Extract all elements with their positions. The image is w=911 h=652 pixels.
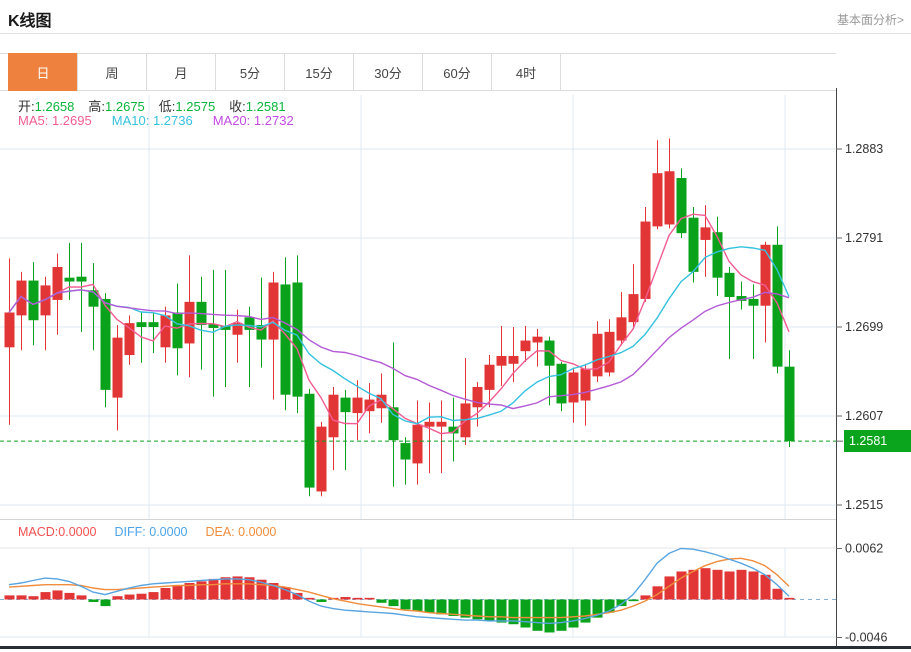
macd-legend: MACD:0.0000 DIFF: 0.0000 DEA: 0.0000 [18, 525, 276, 539]
svg-text:1.2883: 1.2883 [845, 142, 883, 156]
gridlines [0, 95, 836, 638]
diff-value: DIFF: 0.0000 [114, 525, 188, 539]
macd-histogram [4, 568, 795, 633]
low-value: 1.2575 [175, 99, 216, 114]
svg-text:1.2699: 1.2699 [845, 320, 883, 334]
close-label: 收: [229, 99, 246, 114]
tab-timeframe-0[interactable]: 日 [8, 53, 78, 91]
close-value: 1.2581 [245, 99, 286, 114]
tab-timeframe-3[interactable]: 5分 [215, 53, 285, 91]
kline-page: K线图 基本面分析> 日周月 5分 15分 30分 60分 4时 开:1.2658 高:1.… [0, 0, 911, 652]
svg-text:-0.0046: -0.0046 [845, 630, 887, 644]
ma-legend: MA5: 1.2695 MA10: 1.2736 MA20: 1.2732 [18, 113, 294, 128]
open-label: 开: [18, 99, 35, 114]
tab-timeframe-5[interactable]: 30分 [353, 53, 423, 91]
svg-text:1.2515: 1.2515 [845, 498, 883, 512]
right-axis [836, 88, 843, 646]
tab-timeframe-6[interactable]: 60分 [422, 53, 492, 91]
svg-text:1.2791: 1.2791 [845, 231, 883, 245]
candles-layer [4, 138, 795, 497]
high-value: 1.2675 [105, 99, 145, 114]
ma20-legend: MA20: 1.2732 [212, 113, 294, 128]
open-value: 1.2658 [34, 99, 75, 114]
svg-text:1.2607: 1.2607 [845, 409, 883, 423]
tab-timeframe-7[interactable]: 4时 [491, 53, 561, 91]
last-price-tag: 1.2581 [844, 430, 911, 452]
tab-timeframe-1[interactable]: 周 [77, 53, 147, 91]
macd-value: MACD:0.0000 [18, 525, 97, 539]
ma5-legend: MA5: 1.2695 [18, 113, 92, 128]
tab-timeframe-2[interactable]: 月 [146, 53, 216, 91]
dea-value: DEA: 0.0000 [205, 525, 277, 539]
svg-text:0.0062: 0.0062 [845, 541, 883, 555]
high-label: 高: [88, 99, 106, 114]
axis-labels: 1.2883 1.2791 1.2699 1.2607 1.2515 0.0062 -0.0… [845, 142, 887, 644]
low-label: 低: [158, 99, 176, 114]
ma10-legend: MA10: 1.2736 [111, 113, 193, 128]
timeframe-tabbar: 日周月 5分 15分 30分 60分 4时 [8, 53, 561, 91]
tab-timeframe-4[interactable]: 15分 [284, 53, 354, 91]
